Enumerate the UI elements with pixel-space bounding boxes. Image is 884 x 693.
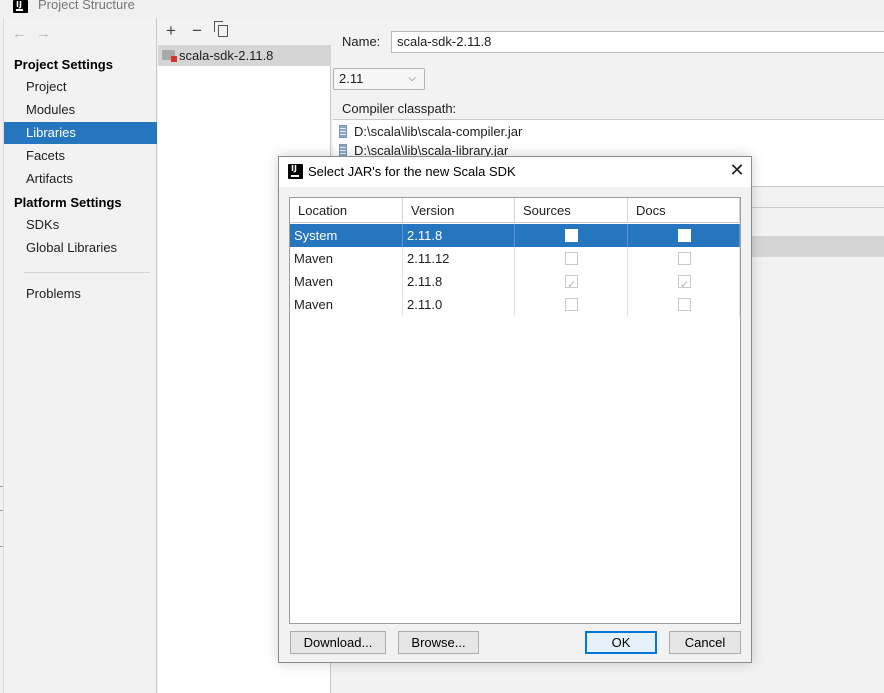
cell-location: System — [290, 224, 403, 247]
back-arrow-icon[interactable]: ← — [12, 25, 36, 42]
cell-sources — [515, 224, 628, 247]
browse-button[interactable]: Browse... — [398, 631, 479, 654]
cell-sources — [515, 293, 628, 316]
sidebar-item-facets[interactable]: Facets — [4, 145, 157, 167]
dialog-title: Select JAR's for the new Scala SDK — [308, 164, 516, 179]
cell-docs — [628, 247, 740, 270]
download-button[interactable]: Download... — [290, 631, 386, 654]
docs-checkbox[interactable] — [678, 229, 691, 242]
intellij-app-icon: IJ — [288, 164, 303, 179]
sources-checkbox[interactable] — [565, 252, 578, 265]
classpath-item-label: D:\scala\lib\scala-compiler.jar — [354, 124, 523, 139]
library-item-label: scala-sdk-2.11.8 — [179, 48, 274, 63]
library-folder-icon — [162, 50, 177, 62]
cell-version: 2.11.8 — [403, 224, 515, 247]
classpath-item[interactable]: D:\scala\lib\scala-compiler.jar — [333, 122, 522, 141]
library-toolbar: + − — [158, 18, 331, 45]
close-icon[interactable]: ✕ — [727, 161, 747, 181]
column-header-sources[interactable]: Sources — [515, 198, 628, 223]
window-title: Project Structure — [38, 0, 135, 12]
cell-location: Maven — [290, 247, 403, 270]
cell-docs — [628, 270, 740, 296]
remove-library-button[interactable]: − — [188, 21, 206, 41]
scala-version-select[interactable]: 2.11 ⌵ — [333, 68, 425, 90]
sources-checkbox[interactable] — [565, 298, 578, 311]
intellij-app-icon: IJ — [13, 0, 28, 13]
cell-docs — [628, 293, 740, 316]
select-jars-dialog: IJ Select JAR's for the new Scala SDK ✕ … — [278, 156, 752, 663]
cell-version: 2.11.0 — [403, 293, 515, 316]
docs-checkbox[interactable] — [678, 252, 691, 265]
sidebar-item-problems[interactable]: Problems — [4, 283, 157, 305]
detail-section-header — [752, 186, 884, 208]
library-item[interactable]: scala-sdk-2.11.8 — [158, 45, 331, 66]
detail-selected-row — [752, 236, 884, 257]
cell-docs — [628, 224, 740, 247]
column-header-docs[interactable]: Docs — [628, 198, 740, 223]
table-row[interactable]: Maven 2.11.0 — [290, 293, 740, 316]
sidebar-divider — [24, 272, 150, 273]
sources-checkbox[interactable] — [565, 229, 578, 242]
add-library-button[interactable]: + — [162, 21, 180, 41]
scala-version-value: 2.11 — [339, 71, 364, 86]
table-row[interactable]: Maven 2.11.12 — [290, 247, 740, 270]
table-row[interactable]: System 2.11.8 — [290, 224, 740, 247]
column-header-location[interactable]: Location — [290, 198, 403, 223]
table-row[interactable]: Maven 2.11.8 — [290, 270, 740, 296]
sources-checkbox[interactable] — [565, 273, 578, 296]
window-titlebar: IJ Project Structure — [0, 0, 884, 18]
history-nav: ← → — [12, 25, 60, 42]
sidebar-item-project[interactable]: Project — [4, 76, 157, 98]
sidebar-item-libraries[interactable]: Libraries — [4, 122, 157, 144]
project-settings-heading: Project Settings — [14, 57, 113, 72]
compiler-classpath-label: Compiler classpath: — [342, 101, 457, 116]
cell-version: 2.11.12 — [403, 247, 515, 270]
table-header: Location Version Sources Docs — [290, 198, 740, 223]
docs-checkbox[interactable] — [678, 273, 691, 296]
platform-settings-heading: Platform Settings — [14, 195, 122, 210]
cancel-button[interactable]: Cancel — [669, 631, 741, 654]
cell-version: 2.11.8 — [403, 270, 515, 293]
copy-icon[interactable] — [214, 21, 228, 37]
cell-location: Maven — [290, 293, 403, 316]
docs-checkbox[interactable] — [678, 298, 691, 311]
column-header-version[interactable]: Version — [403, 198, 515, 223]
cell-location: Maven — [290, 270, 403, 293]
cell-sources — [515, 247, 628, 270]
name-field[interactable]: scala-sdk-2.11.8 — [391, 31, 884, 53]
settings-sidebar: ← → Project Settings Project Modules Libr… — [4, 18, 157, 693]
jar-table: Location Version Sources Docs System 2.1… — [289, 197, 741, 624]
ok-button[interactable]: OK — [585, 631, 657, 654]
jar-icon — [339, 125, 347, 138]
chevron-down-icon: ⌵ — [408, 73, 416, 84]
sidebar-item-artifacts[interactable]: Artifacts — [4, 168, 157, 190]
sidebar-item-modules[interactable]: Modules — [4, 99, 157, 121]
cell-sources — [515, 270, 628, 296]
forward-arrow-icon[interactable]: → — [36, 25, 60, 42]
dialog-titlebar: IJ Select JAR's for the new Scala SDK ✕ — [279, 157, 751, 187]
sidebar-item-sdks[interactable]: SDKs — [4, 214, 157, 236]
name-label: Name: — [342, 34, 381, 49]
sidebar-item-global-libraries[interactable]: Global Libraries — [4, 237, 157, 259]
